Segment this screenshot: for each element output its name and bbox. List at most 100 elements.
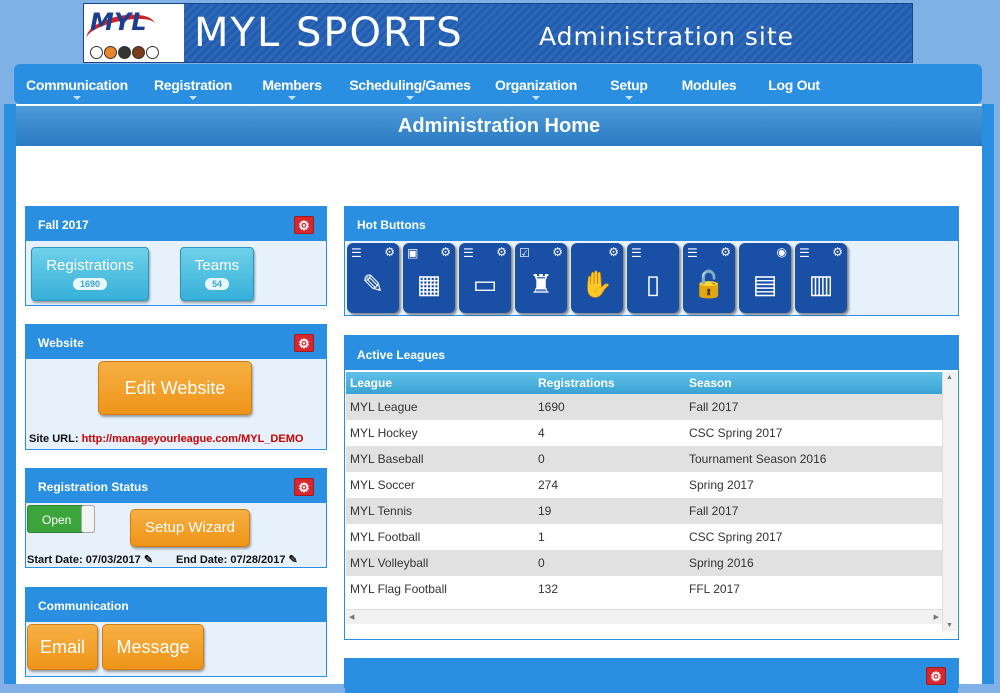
hot-buttons-panel: Hot Buttons ☰ ⚙ ✎ ▣ ⚙ ▦ ☰ ⚙ ▭ ☑ ⚙ ♜ ⚙ ✋ … bbox=[344, 206, 959, 316]
gear-icon[interactable]: ⚙ bbox=[440, 246, 451, 259]
edit-form-icon[interactable]: ☰ ⚙ ✎ bbox=[347, 243, 399, 313]
raised-hand-icon[interactable]: ⚙ ✋ bbox=[571, 243, 623, 313]
site-url: Site URL: http://manageyourleague.com/MY… bbox=[29, 433, 303, 445]
registration-open-toggle[interactable]: Open bbox=[27, 505, 95, 533]
registration-status-title: Registration Status bbox=[38, 480, 149, 494]
banner-title: MYL SPORTS bbox=[194, 10, 464, 56]
scoreboard-glyph: ▥ bbox=[808, 269, 834, 299]
gear-icon[interactable]: ⚙ bbox=[832, 246, 843, 259]
unlock-glyph: 🔓 bbox=[692, 269, 726, 299]
scroll-down-icon[interactable]: ▼ bbox=[946, 622, 953, 629]
communication-panel-header: Communication bbox=[26, 588, 326, 622]
calendar-clock-icon[interactable]: ▣ ⚙ ▦ bbox=[403, 243, 455, 313]
registrations-cell: 4 bbox=[534, 420, 685, 446]
gear-icon[interactable]: ⚙ bbox=[552, 246, 563, 259]
gear-icon[interactable]: ⚙ bbox=[608, 246, 619, 259]
referee-glyph: ♜ bbox=[529, 269, 553, 299]
email-button[interactable]: Email bbox=[27, 624, 98, 670]
table-row[interactable]: MYL Flag Football 132 FFL 2017 bbox=[346, 576, 942, 602]
next-panel-header: ⚙ bbox=[345, 659, 958, 693]
gear-icon[interactable]: ⚙ bbox=[294, 216, 314, 234]
gear-icon[interactable]: ⚙ bbox=[294, 478, 314, 496]
gear-icon[interactable]: ⚙ bbox=[384, 246, 395, 259]
id-badge-icon[interactable]: ☰ ▯ bbox=[627, 243, 679, 313]
column-header-season[interactable]: Season bbox=[685, 372, 942, 394]
season-panel: Fall 2017 ⚙ Registrations 1690 Teams 54 bbox=[25, 206, 327, 306]
nav-scheduling-games[interactable]: Scheduling/Games bbox=[348, 64, 472, 104]
unlock-icon[interactable]: ☰ ⚙ 🔓 bbox=[683, 243, 735, 313]
setup-wizard-button[interactable]: Setup Wizard bbox=[130, 509, 250, 547]
nav-registration[interactable]: Registration bbox=[146, 64, 240, 104]
vertical-scrollbar[interactable]: ▲ ▼ bbox=[942, 372, 957, 631]
website-title: Website bbox=[38, 336, 84, 350]
nav-setup[interactable]: Setup bbox=[606, 64, 652, 104]
message-button[interactable]: Message bbox=[102, 624, 204, 670]
soccer-ball-icon bbox=[118, 46, 131, 59]
table-row[interactable]: MYL Baseball 0 Tournament Season 2016 bbox=[346, 446, 942, 472]
user-circle-icon[interactable]: ◉ bbox=[777, 246, 787, 259]
season-cell: CSC Spring 2017 bbox=[685, 524, 942, 550]
registrations-button[interactable]: Registrations 1690 bbox=[31, 247, 149, 301]
start-date-label: Start Date: bbox=[27, 554, 83, 566]
logo-text: MYL bbox=[90, 8, 147, 36]
table-row[interactable]: MYL Football 1 CSC Spring 2017 bbox=[346, 524, 942, 550]
nav-modules[interactable]: Modules bbox=[680, 64, 738, 104]
column-header-league[interactable]: League bbox=[346, 372, 534, 394]
menu-icon[interactable]: ☰ bbox=[631, 247, 642, 259]
menu-icon[interactable]: ☰ bbox=[687, 247, 698, 259]
teams-label: Teams bbox=[194, 257, 240, 274]
communication-title: Communication bbox=[38, 599, 129, 613]
nav-members[interactable]: Members bbox=[254, 64, 330, 104]
hot-buttons-header: Hot Buttons bbox=[345, 207, 958, 241]
menu-icon[interactable]: ☰ bbox=[351, 247, 362, 259]
referee-icon[interactable]: ☑ ⚙ ♜ bbox=[515, 243, 567, 313]
registrations-count-badge: 1690 bbox=[72, 278, 108, 290]
document-icon[interactable]: ◉ ▤ bbox=[739, 243, 791, 313]
horizontal-scrollbar[interactable]: ◀ ▶ bbox=[346, 609, 942, 624]
gear-icon[interactable]: ⚙ bbox=[496, 246, 507, 259]
league-cell: MYL Soccer bbox=[346, 472, 534, 498]
banner-subtitle: Administration site bbox=[539, 22, 795, 51]
column-header-registrations[interactable]: Registrations bbox=[534, 372, 685, 394]
league-cell: MYL League bbox=[346, 394, 534, 420]
active-leagues-panel: Active Leagues League Registrations Seas… bbox=[344, 335, 959, 640]
table-row[interactable]: MYL League 1690 Fall 2017 bbox=[346, 394, 942, 420]
table-row[interactable]: MYL Tennis 19 Fall 2017 bbox=[346, 498, 942, 524]
nav-organization[interactable]: Organization bbox=[492, 64, 580, 104]
gear-icon[interactable]: ⚙ bbox=[720, 246, 731, 259]
logo[interactable]: MYL bbox=[83, 4, 184, 62]
menu-icon[interactable]: ☰ bbox=[799, 247, 810, 259]
scroll-right-icon[interactable]: ▶ bbox=[934, 613, 939, 621]
season-cell: FFL 2017 bbox=[685, 576, 942, 602]
registrations-cell: 1 bbox=[534, 524, 685, 550]
site-url-link[interactable]: http://manageyourleague.com/MYL_DEMO bbox=[82, 433, 304, 445]
nav-logout[interactable]: Log Out bbox=[768, 64, 820, 104]
season-title: Fall 2017 bbox=[38, 218, 89, 232]
edit-website-button[interactable]: Edit Website bbox=[98, 361, 252, 415]
scoreboard-icon[interactable]: ☰ ⚙ ▥ bbox=[795, 243, 847, 313]
table-row[interactable]: MYL Soccer 274 Spring 2017 bbox=[346, 472, 942, 498]
chevron-down-icon bbox=[625, 96, 633, 100]
gear-icon[interactable]: ⚙ bbox=[926, 667, 946, 685]
teams-button[interactable]: Teams 54 bbox=[180, 247, 254, 301]
id-badge-glyph: ▯ bbox=[645, 269, 661, 299]
registrations-cell: 1690 bbox=[534, 394, 685, 420]
edit-pencil-icon[interactable]: ✎ bbox=[289, 554, 298, 566]
calendar-small-icon[interactable]: ▣ bbox=[407, 247, 418, 259]
menu-icon[interactable]: ☰ bbox=[463, 247, 474, 259]
table-header-row: League Registrations Season bbox=[346, 372, 942, 394]
checklist-icon[interactable]: ☑ bbox=[519, 247, 530, 259]
season-cell: Spring 2017 bbox=[685, 472, 942, 498]
table-row[interactable]: MYL Volleyball 0 Spring 2016 bbox=[346, 550, 942, 576]
edit-pencil-icon[interactable]: ✎ bbox=[144, 554, 153, 566]
nav-communication[interactable]: Communication bbox=[24, 64, 130, 104]
basketball-court-icon[interactable]: ☰ ⚙ ▭ bbox=[459, 243, 511, 313]
table-row[interactable]: MYL Hockey 4 CSC Spring 2017 bbox=[346, 420, 942, 446]
registrations-label: Registrations bbox=[46, 257, 134, 274]
raised-hand-glyph: ✋ bbox=[580, 269, 614, 299]
gear-icon[interactable]: ⚙ bbox=[294, 334, 314, 352]
communication-panel: Communication Email Message bbox=[25, 587, 327, 677]
scroll-left-icon[interactable]: ◀ bbox=[349, 613, 354, 621]
scroll-up-icon[interactable]: ▲ bbox=[946, 374, 953, 381]
active-leagues-title: Active Leagues bbox=[357, 348, 446, 362]
